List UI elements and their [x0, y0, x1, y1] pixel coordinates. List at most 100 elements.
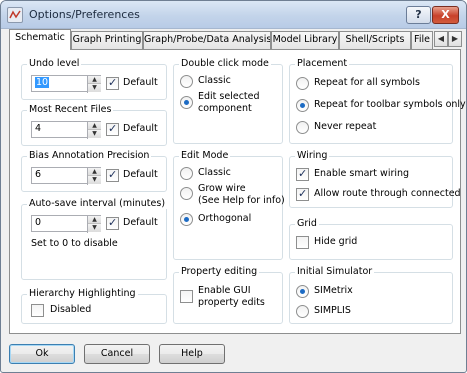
placement-title: Placement — [295, 58, 350, 69]
bias-down-icon[interactable]: ▼ — [88, 176, 101, 184]
undo-default-checkbox[interactable]: ✓ — [106, 76, 119, 90]
undo-level-group: Undo level 10 ▲ ▼ ✓ Default — [21, 58, 167, 100]
placement-toolbar-radio[interactable] — [296, 99, 309, 112]
gui-property-label-2: property edits — [198, 297, 265, 308]
grid-group: Grid Hide grid — [289, 218, 453, 260]
dblclick-edit-label-1: Edit selected — [198, 91, 260, 102]
bias-precision-group: Bias Annotation Precision 6 ▲ ▼ ✓ Defaul… — [21, 150, 167, 192]
autosave-group: Auto-save interval (minutes) 0 ▲ ▼ ✓ Def… — [21, 198, 168, 280]
undo-down-icon[interactable]: ▼ — [88, 84, 101, 92]
tab-graph-probe-data-analysis[interactable]: Graph/Probe/Data Analysis — [143, 31, 271, 49]
window-title: Options/Preferences — [29, 8, 140, 21]
close-button[interactable]: X — [432, 6, 459, 24]
undo-level-spinner[interactable]: 10 ▲ ▼ — [31, 75, 101, 93]
editmode-grow-radio[interactable] — [180, 187, 193, 200]
autosave-hint: Set to 0 to disable — [31, 238, 118, 249]
undo-level-title: Undo level — [27, 58, 82, 69]
bias-precision-value: 6 — [35, 169, 42, 180]
editmode-orthogonal-radio[interactable] — [180, 213, 193, 226]
placement-all-radio[interactable] — [296, 77, 309, 90]
smart-wiring-checkbox[interactable]: ✓ — [296, 167, 309, 181]
placement-all-label: Repeat for all symbols — [314, 77, 420, 88]
editmode-grow-label-1: Grow wire — [198, 183, 246, 194]
editmode-classic-label: Classic — [198, 167, 231, 178]
hide-grid-checkbox[interactable] — [296, 236, 309, 249]
dblclick-edit-label-2: component — [198, 103, 252, 114]
autosave-title: Auto-save interval (minutes) — [27, 198, 168, 209]
undo-level-value: 10 — [35, 77, 50, 88]
tab-schematic[interactable]: Schematic — [9, 29, 71, 50]
dblclick-classic-label: Classic — [198, 75, 231, 86]
tab-strip: Schematic Graph Printing Graph/Probe/Dat… — [9, 29, 462, 50]
recent-default-checkbox[interactable]: ✓ — [106, 122, 119, 136]
ok-button[interactable]: Ok — [9, 344, 75, 364]
tab-model-library[interactable]: Model Library — [271, 31, 339, 49]
autosave-up-icon[interactable]: ▲ — [88, 216, 101, 224]
bias-default-checkbox[interactable]: ✓ — [106, 168, 119, 182]
route-connected-label: Allow route through connected — [314, 188, 461, 199]
initial-simulator-title: Initial Simulator — [295, 266, 375, 277]
cancel-button[interactable]: Cancel — [84, 344, 150, 364]
tab-scroll-left-icon[interactable]: ◀ — [434, 31, 448, 47]
autosave-down-icon[interactable]: ▼ — [88, 224, 101, 232]
recent-down-icon[interactable]: ▼ — [88, 130, 101, 138]
tab-graph-printing[interactable]: Graph Printing — [71, 31, 143, 49]
recent-default-label: Default — [123, 123, 158, 134]
gui-property-label-1: Enable GUI — [198, 285, 251, 296]
placement-never-label: Never repeat — [314, 121, 377, 132]
gui-property-edits-checkbox[interactable] — [180, 290, 193, 303]
hierarchy-disabled-checkbox[interactable] — [31, 304, 44, 317]
hierarchy-group: Hierarchy Highlighting Disabled — [21, 288, 167, 324]
hide-grid-label: Hide grid — [314, 236, 358, 247]
recent-files-title: Most Recent Files — [27, 104, 114, 115]
bias-precision-spinner[interactable]: 6 ▲ ▼ — [31, 167, 101, 185]
autosave-default-label: Default — [123, 217, 158, 228]
undo-up-icon[interactable]: ▲ — [88, 76, 101, 84]
edit-mode-title: Edit Mode — [179, 150, 231, 161]
dblclick-classic-radio[interactable] — [180, 75, 193, 88]
tab-shell-scripts[interactable]: Shell/Scripts — [339, 31, 411, 49]
tab-scroll-right-icon[interactable]: ▶ — [448, 31, 462, 47]
recent-up-icon[interactable]: ▲ — [88, 122, 101, 130]
placement-never-radio[interactable] — [296, 121, 309, 134]
autosave-default-checkbox[interactable]: ✓ — [106, 216, 119, 230]
bias-precision-title: Bias Annotation Precision — [27, 150, 152, 161]
help-button[interactable]: Help — [159, 344, 225, 364]
hierarchy-title: Hierarchy Highlighting — [27, 288, 138, 299]
wiring-group: Wiring ✓ Enable smart wiring ✓ Allow rou… — [289, 150, 461, 208]
autosave-spinner[interactable]: 0 ▲ ▼ — [31, 215, 101, 233]
schematic-panel: Undo level 10 ▲ ▼ ✓ Default Most Recent … — [9, 49, 466, 334]
bias-default-label: Default — [123, 169, 158, 180]
recent-files-spinner[interactable]: 4 ▲ ▼ — [31, 121, 101, 139]
grid-title: Grid — [295, 218, 319, 229]
dblclick-edit-radio[interactable] — [180, 96, 193, 109]
undo-default-label: Default — [123, 77, 158, 88]
title-bar: Options/Preferences ? X — [1, 1, 466, 29]
help-title-button[interactable]: ? — [406, 6, 431, 24]
placement-toolbar-label: Repeat for toolbar symbols only — [314, 99, 466, 110]
options-dialog: Options/Preferences ? X Schematic Graph … — [0, 0, 467, 373]
edit-mode-group: Edit Mode Classic Grow wire (See Help fo… — [173, 150, 285, 260]
initial-simulator-group: Initial Simulator SIMetrix SIMPLIS — [289, 266, 453, 324]
editmode-classic-radio[interactable] — [180, 167, 193, 180]
double-click-title: Double click mode — [179, 58, 271, 69]
bias-up-icon[interactable]: ▲ — [88, 168, 101, 176]
smart-wiring-label: Enable smart wiring — [314, 168, 410, 179]
recent-files-group: Most Recent Files 4 ▲ ▼ ✓ Default — [21, 104, 167, 146]
editmode-orthogonal-label: Orthogonal — [198, 213, 252, 224]
route-connected-checkbox[interactable]: ✓ — [296, 187, 309, 201]
hierarchy-disabled-label: Disabled — [50, 304, 92, 315]
editmode-grow-label-2: (See Help for info) — [198, 195, 285, 206]
autosave-value: 0 — [35, 217, 42, 228]
property-editing-title: Property editing — [179, 266, 260, 277]
simplis-radio[interactable] — [296, 305, 309, 318]
simetrix-label: SIMetrix — [314, 285, 353, 296]
tab-file[interactable]: File — [411, 31, 433, 49]
wiring-title: Wiring — [295, 150, 330, 161]
property-editing-group: Property editing Enable GUI property edi… — [173, 266, 283, 324]
simetrix-radio[interactable] — [296, 285, 309, 298]
recent-files-value: 4 — [35, 123, 42, 134]
app-icon — [7, 7, 23, 23]
simplis-label: SIMPLIS — [314, 305, 351, 316]
double-click-group: Double click mode Classic Edit selected … — [173, 58, 283, 144]
